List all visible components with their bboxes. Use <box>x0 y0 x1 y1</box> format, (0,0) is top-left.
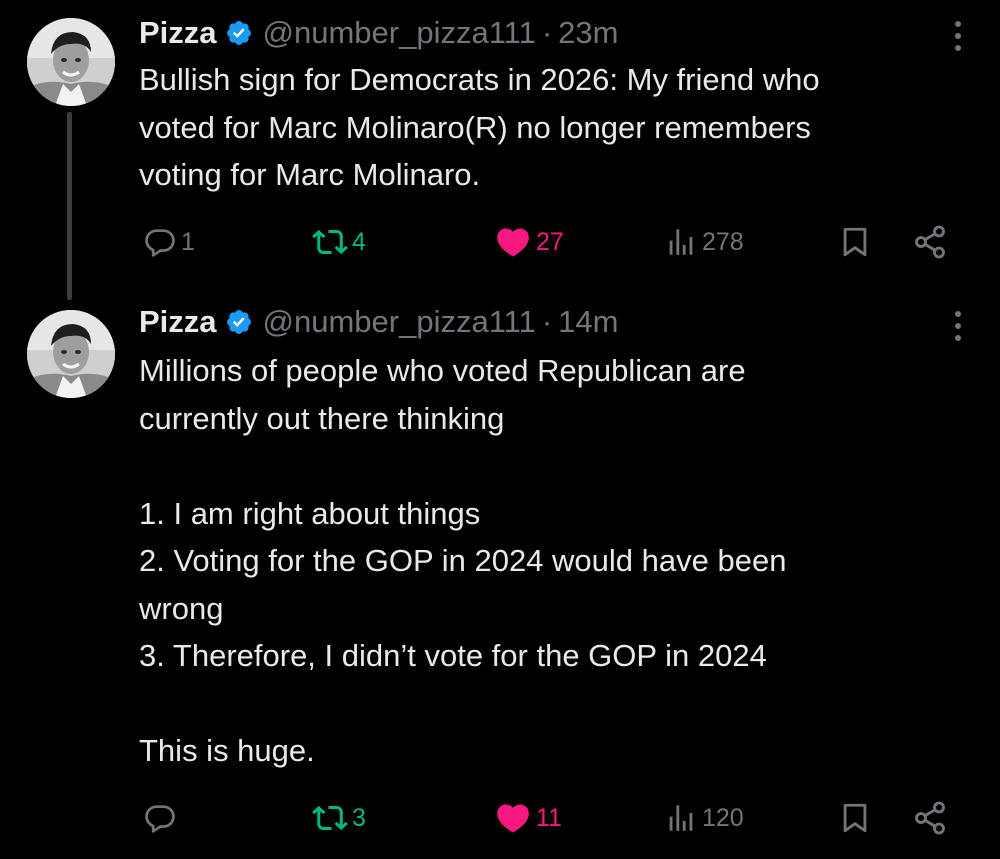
avatar-image <box>27 18 115 106</box>
tweet-header: Pizza @number_pizza111 · 14m <box>139 300 618 344</box>
retweet-button[interactable]: 3 <box>312 798 366 838</box>
retweet-icon <box>312 800 348 836</box>
views-count: 120 <box>702 803 744 832</box>
separator-dot: · <box>541 15 553 50</box>
heart-icon <box>494 223 532 261</box>
retweet-count: 3 <box>352 803 366 832</box>
views-button[interactable]: 278 <box>664 222 744 262</box>
more-options-icon[interactable] <box>948 18 968 54</box>
share-button[interactable] <box>912 798 948 838</box>
author-handle[interactable]: @number_pizza111 <box>263 15 536 51</box>
share-button[interactable] <box>912 222 948 262</box>
views-icon <box>664 225 698 259</box>
bookmark-icon <box>838 225 872 259</box>
like-count: 27 <box>536 227 564 256</box>
author-name[interactable]: Pizza <box>139 15 217 51</box>
reply-icon <box>143 225 177 259</box>
thread-connector-line <box>67 112 72 300</box>
reply-icon <box>143 801 177 835</box>
retweet-icon <box>312 224 348 260</box>
timestamp[interactable]: 14m <box>558 304 618 340</box>
reply-button[interactable] <box>143 798 181 838</box>
action-bar: 3 11 120 <box>0 798 1000 838</box>
bookmark-icon <box>838 801 872 835</box>
share-icon <box>912 224 948 260</box>
verified-badge-icon[interactable] <box>225 19 253 47</box>
author-name[interactable]: Pizza <box>139 304 217 340</box>
action-bar: 1 4 27 278 <box>0 222 1000 262</box>
bookmark-button[interactable] <box>838 798 872 838</box>
verified-badge-icon[interactable] <box>225 308 253 336</box>
reply-count: 1 <box>181 227 195 256</box>
more-options-icon[interactable] <box>948 308 968 344</box>
reply-button[interactable]: 1 <box>143 222 195 262</box>
retweet-button[interactable]: 4 <box>312 222 366 262</box>
avatar[interactable] <box>27 18 115 106</box>
views-count: 278 <box>702 227 744 256</box>
views-icon <box>664 801 698 835</box>
tweet-text: Bullish sign for Democrats in 2026: My f… <box>139 62 820 192</box>
avatar[interactable] <box>27 310 115 398</box>
views-button[interactable]: 120 <box>664 798 744 838</box>
bookmark-button[interactable] <box>838 222 872 262</box>
retweet-count: 4 <box>352 227 366 256</box>
tweet-text: Millions of people who voted Republican … <box>139 353 787 768</box>
heart-icon <box>494 799 532 837</box>
like-button[interactable]: 11 <box>494 798 562 838</box>
avatar-image <box>27 310 115 398</box>
share-icon <box>912 800 948 836</box>
timestamp[interactable]: 23m <box>558 15 618 51</box>
separator-dot: · <box>541 304 553 339</box>
like-button[interactable]: 27 <box>494 222 564 262</box>
author-handle[interactable]: @number_pizza111 <box>263 304 536 340</box>
like-count: 11 <box>536 803 562 832</box>
tweet-header: Pizza @number_pizza111 · 23m <box>139 11 618 55</box>
